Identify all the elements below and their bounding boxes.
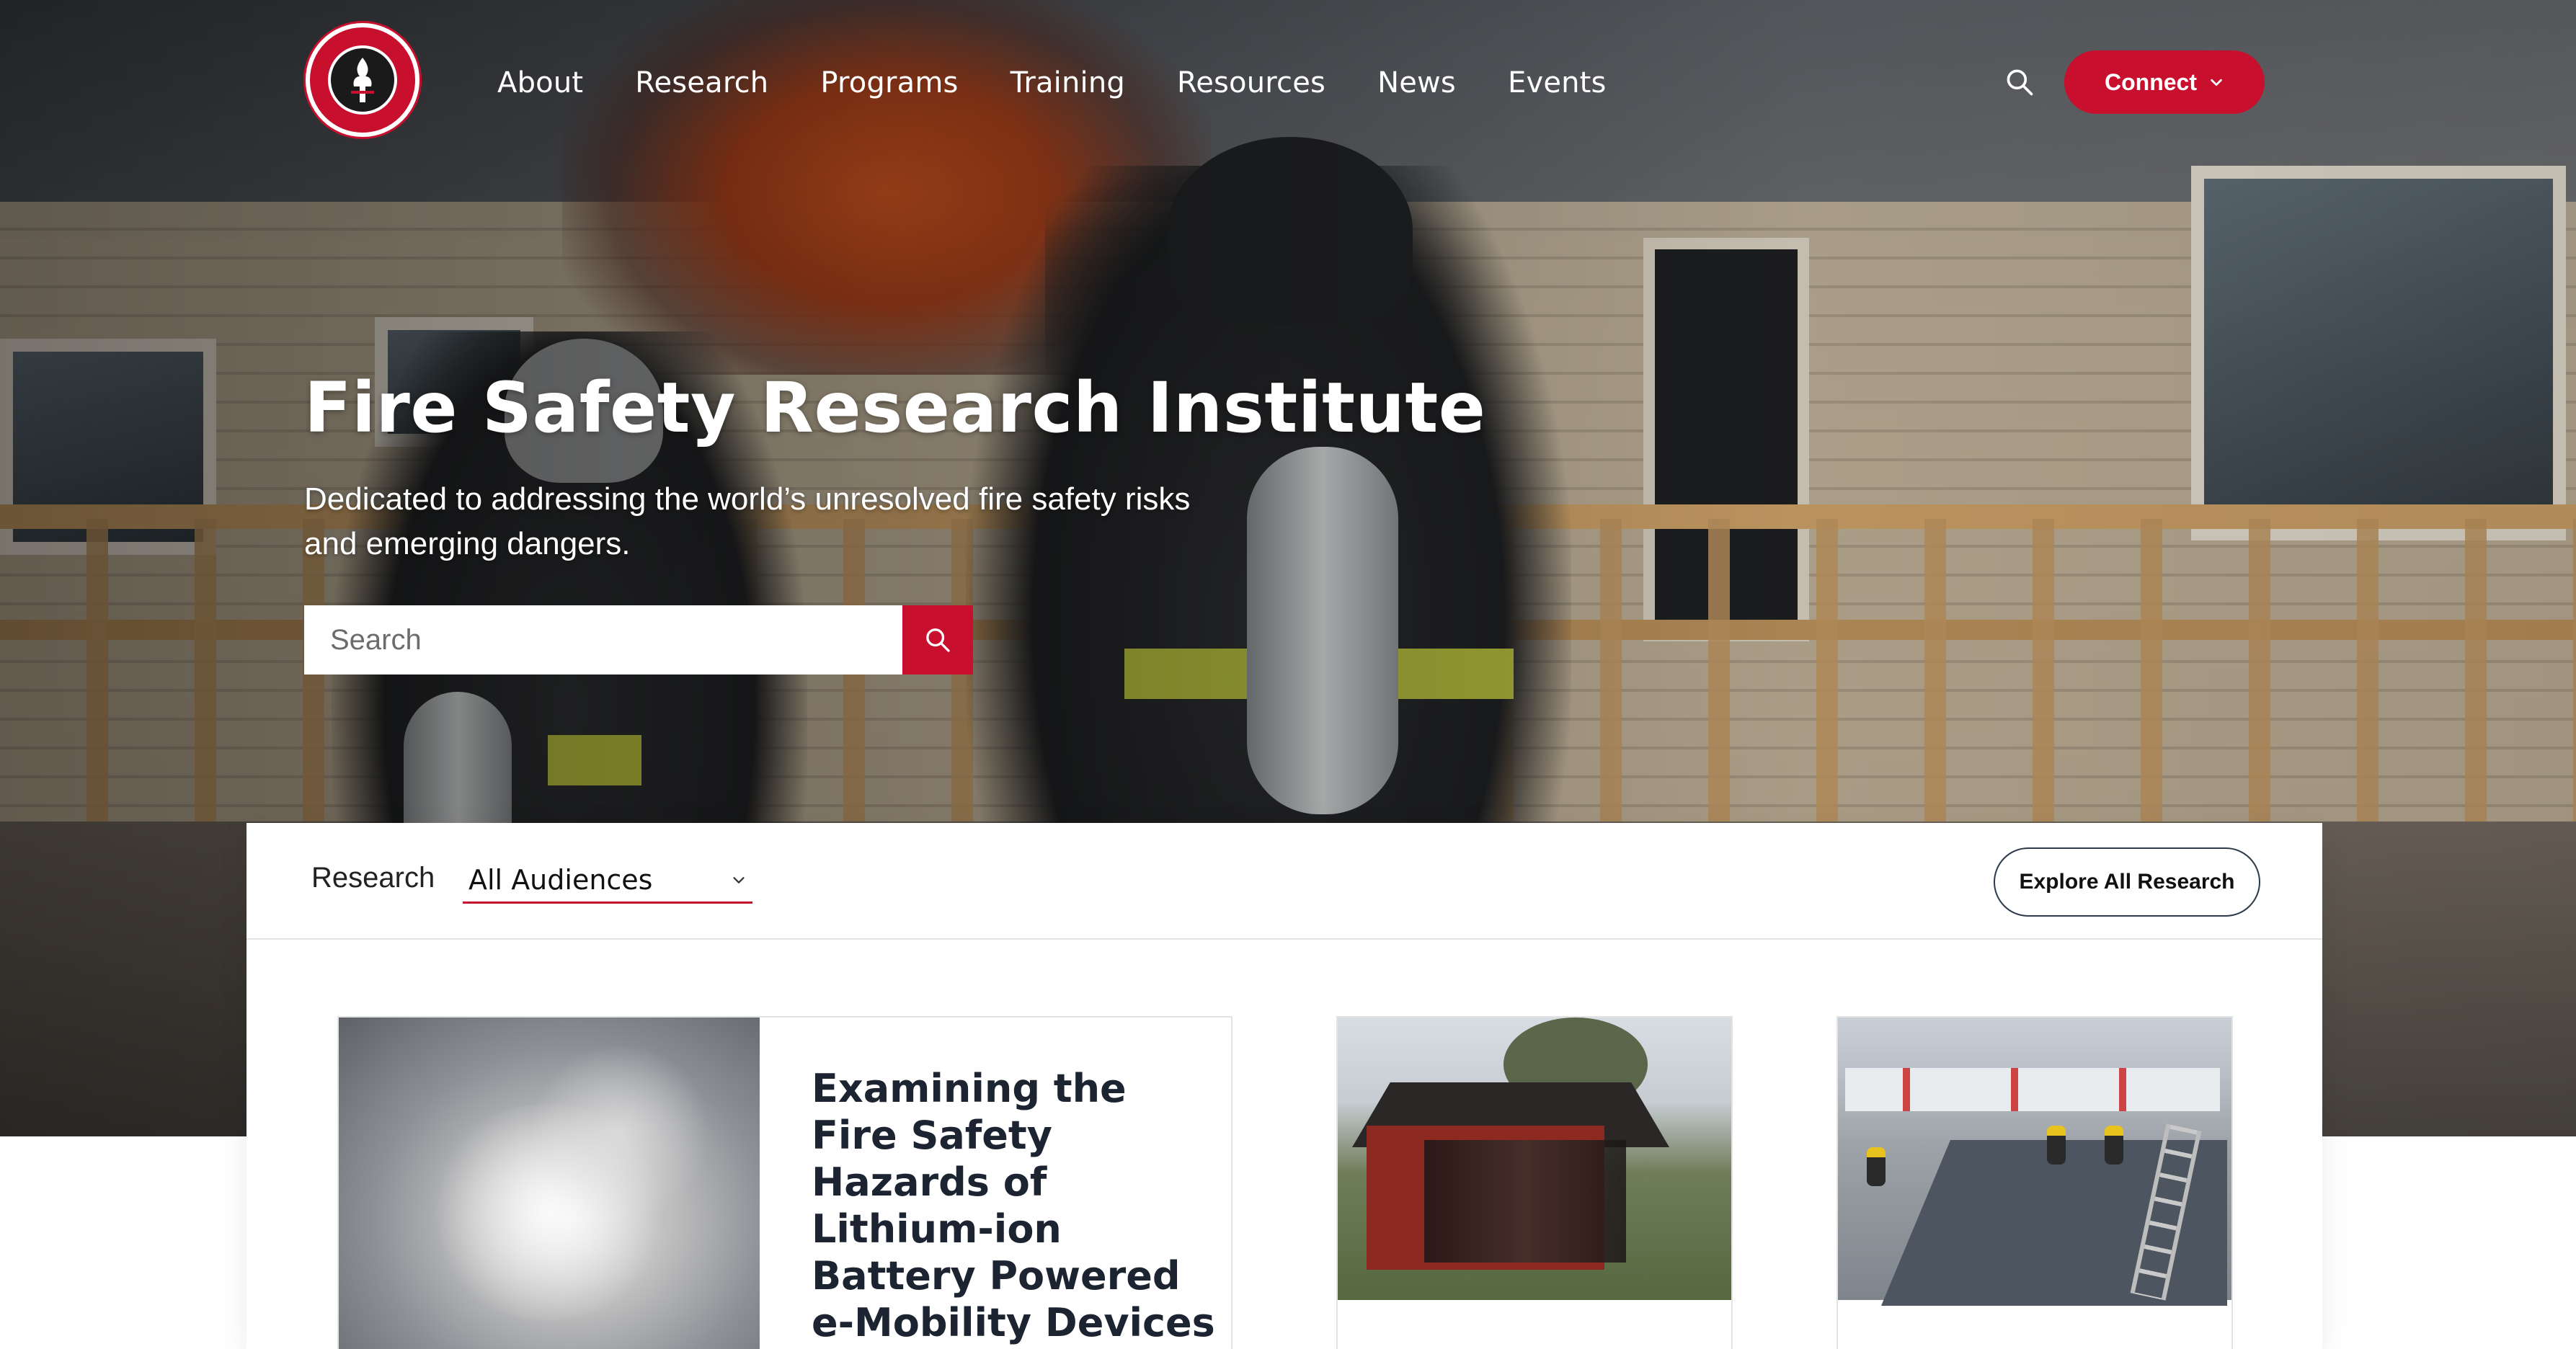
nav-resources[interactable]: Resources	[1177, 66, 1325, 99]
audience-select[interactable]: All Audiences	[463, 858, 752, 904]
research-card[interactable]	[1336, 1016, 1733, 1349]
nav-news[interactable]: News	[1377, 66, 1456, 99]
nav-about[interactable]: About	[497, 66, 583, 99]
roof-training-image	[1838, 1018, 2231, 1306]
explore-all-research-button[interactable]: Explore All Research	[1994, 847, 2260, 917]
page-title: Fire Safety Research Institute	[304, 368, 1486, 448]
research-panel: Research All Audiences Explore All Resea…	[247, 823, 2322, 1349]
nav-research[interactable]: Research	[635, 66, 768, 99]
audience-select-value: All Audiences	[468, 863, 653, 896]
nav-training[interactable]: Training	[1011, 66, 1125, 99]
search-submit-button[interactable]	[902, 605, 973, 674]
chevron-down-icon	[733, 876, 745, 883]
burned-house-image	[1338, 1018, 1731, 1300]
site-logo[interactable]	[306, 23, 419, 137]
search-input[interactable]	[304, 605, 902, 674]
research-label: Research	[311, 862, 435, 894]
search-icon	[926, 628, 950, 652]
flame-figure-icon	[351, 58, 374, 102]
search-icon[interactable]	[2004, 66, 2035, 98]
logo-emblem	[328, 45, 397, 115]
connect-label: Connect	[2105, 68, 2197, 95]
chevron-down-icon	[2211, 79, 2222, 86]
main-nav: About Research Programs Training Resourc…	[497, 66, 1658, 99]
hero-subtitle: Dedicated to addressing the world’s unre…	[304, 481, 1191, 561]
featured-research-title[interactable]: Examining the Fire Safety Hazards of Lit…	[812, 1065, 1215, 1349]
connect-button[interactable]: Connect	[2064, 50, 2265, 114]
nav-events[interactable]: Events	[1508, 66, 1607, 99]
research-card[interactable]	[1836, 1016, 2233, 1349]
featured-research-image	[339, 1018, 760, 1349]
nav-programs[interactable]: Programs	[820, 66, 958, 99]
research-filter-bar: Research All Audiences Explore All Resea…	[247, 823, 2322, 940]
featured-research-card[interactable]: Examining the Fire Safety Hazards of Lit…	[337, 1016, 1233, 1349]
